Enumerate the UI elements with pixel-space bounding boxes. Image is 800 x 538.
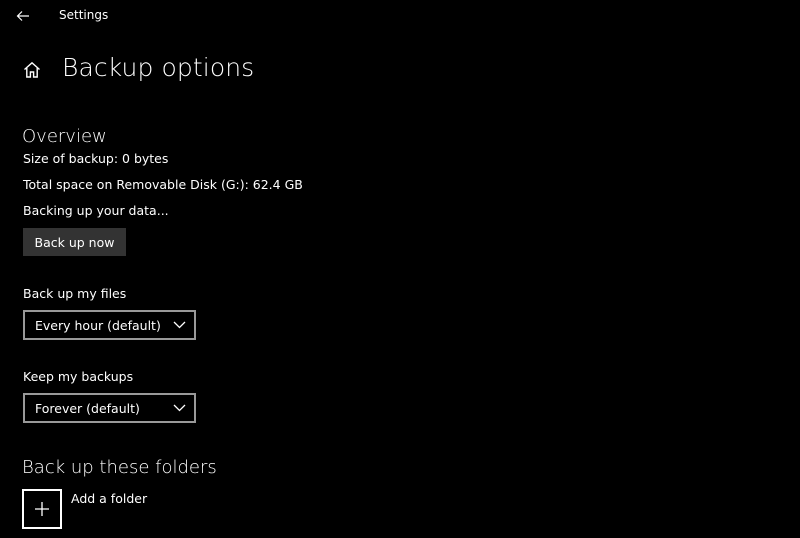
page-title: Backup options	[62, 53, 255, 82]
title-bar: Settings	[0, 0, 800, 32]
chevron-down-icon	[172, 401, 186, 415]
chevron-down-icon	[172, 318, 186, 332]
arrow-left-icon	[16, 11, 29, 21]
backup-frequency-value: Every hour (default)	[35, 317, 161, 333]
backup-frequency-dropdown[interactable]: Every hour (default)	[23, 310, 196, 340]
total-space-text: Total space on Removable Disk (G:): 62.4…	[23, 177, 303, 192]
retention-value: Forever (default)	[35, 400, 140, 416]
add-folder-button[interactable]	[22, 489, 62, 529]
backup-status-text: Backing up your data...	[23, 203, 169, 218]
back-button[interactable]	[10, 4, 36, 28]
retention-label: Keep my backups	[23, 369, 134, 384]
retention-dropdown[interactable]: Forever (default)	[23, 393, 196, 423]
app-title: Settings	[59, 8, 109, 22]
add-folder-label[interactable]: Add a folder	[71, 491, 147, 506]
settings-window: Settings Backup options Overview Size of…	[0, 0, 800, 538]
backup-size-text: Size of backup: 0 bytes	[23, 151, 169, 166]
back-up-now-button[interactable]: Back up now	[23, 228, 126, 256]
plus-icon	[35, 502, 49, 516]
backup-frequency-label: Back up my files	[23, 286, 127, 301]
overview-heading: Overview	[22, 126, 107, 147]
folders-heading: Back up these folders	[22, 457, 217, 478]
home-icon[interactable]	[22, 60, 42, 80]
